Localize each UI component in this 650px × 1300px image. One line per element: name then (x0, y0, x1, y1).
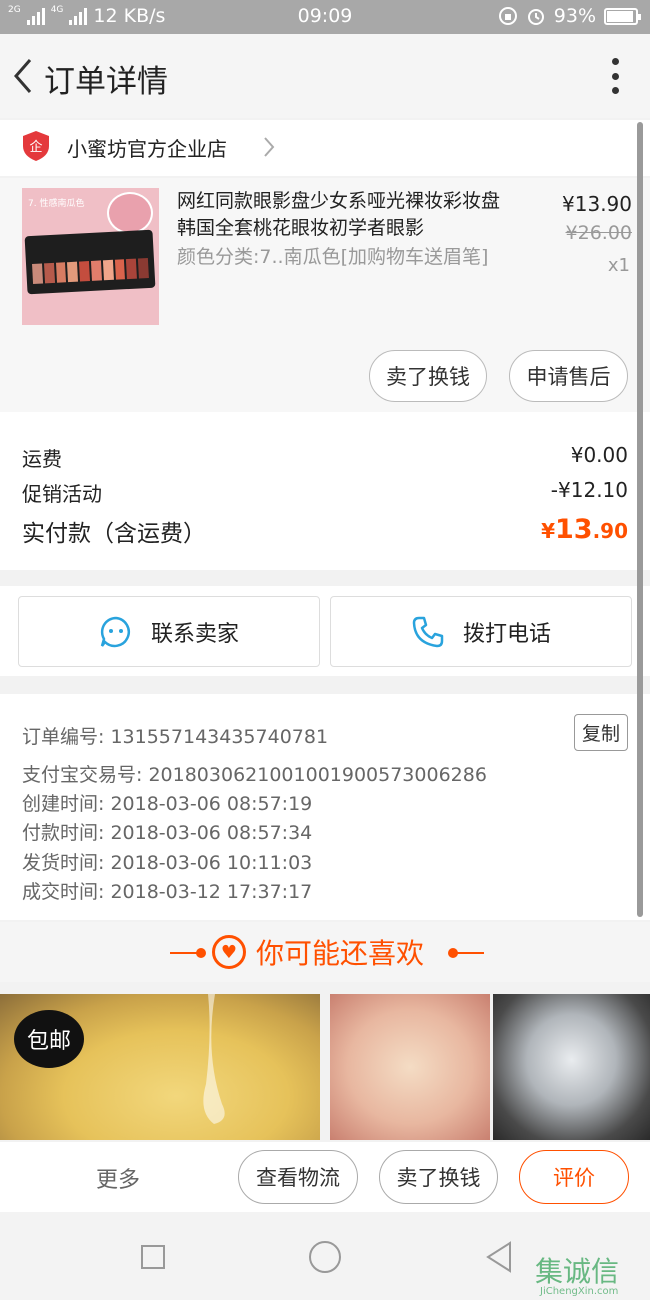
eyeshadow-palette-image (24, 229, 156, 295)
recommend-item-image[interactable]: 包邮 (0, 994, 320, 1140)
shipping-row: 运费 ¥0.00 (22, 443, 628, 472)
created-label: 创建时间: (22, 793, 105, 815)
more-options-icon[interactable] (610, 58, 620, 94)
sell-button[interactable]: 卖了换钱 (379, 1150, 498, 1204)
product-original-price: ¥26.00 (565, 222, 632, 244)
recommend-item-image[interactable] (330, 994, 490, 1140)
closed-label: 成交时间: (22, 881, 105, 903)
status-right: 93% (498, 5, 641, 27)
shop-row[interactable]: 企 小蜜坊官方企业店 (0, 120, 650, 176)
review-button[interactable]: 评价 (519, 1150, 629, 1204)
product-title[interactable]: 网红同款眼影盘少女系哑光裸妆彩妆盘韩国全套桃花眼妆初学者眼影 (177, 188, 507, 242)
paid-integer: 13 (554, 514, 593, 545)
call-phone-label: 拨打电话 (462, 621, 551, 647)
contact-seller-label: 联系卖家 (150, 621, 239, 647)
free-shipping-badge: 包邮 (14, 1010, 84, 1068)
paid-label: 实付款（含运费） (22, 521, 206, 547)
watermark-logo: 集诚信 (535, 1255, 620, 1288)
shipped-time-row: 发货时间: 2018-03-06 10:11:03 (22, 848, 312, 875)
battery-percent: 93% (553, 5, 596, 27)
order-number-label: 订单编号: (22, 726, 105, 748)
product-image-badge (107, 192, 153, 234)
product-image-tag: 7. 性感南瓜色 (28, 199, 85, 209)
shipped-label: 发货时间: (22, 852, 105, 874)
shipping-label: 运费 (22, 447, 62, 471)
bottom-action-bar: 更多 查看物流 卖了换钱 评价 (0, 1142, 650, 1212)
recommend-header: ♥ 你可能还喜欢 (0, 922, 650, 982)
nav-back-icon[interactable] (484, 1240, 514, 1274)
divider-dot-left (196, 948, 206, 958)
battery-icon (604, 7, 641, 25)
paid-time: 2018-03-06 08:57:34 (110, 822, 313, 844)
price-summary: 运费 ¥0.00 促销活动 -¥12.10 实付款（含运费） ¥13.90 (0, 412, 650, 570)
paid-time-label: 付款时间: (22, 822, 105, 844)
created-time: 2018-03-06 08:57:19 (110, 793, 313, 815)
shop-logo-char: 企 (29, 139, 42, 155)
heart-icon: ♥ (212, 935, 246, 969)
shop-logo-icon: 企 (23, 131, 49, 161)
system-nav-bar: 集诚信 JiChengXin.com (0, 1212, 650, 1300)
closed-time: 2018-03-12 17:37:17 (110, 881, 313, 903)
chevron-right-icon (264, 137, 275, 157)
alarm-icon (527, 9, 544, 25)
paid-decimal: .90 (592, 519, 628, 543)
recommend-title: 你可能还喜欢 (256, 937, 425, 970)
after-sale-button[interactable]: 申请售后 (509, 350, 628, 402)
view-logistics-button[interactable]: 查看物流 (238, 1150, 358, 1204)
status-bar: 2G 4G 12 KB/s 09:09 93% (0, 0, 650, 34)
product-quantity: x1 (607, 255, 630, 276)
created-time-row: 创建时间: 2018-03-06 08:57:19 (22, 789, 312, 816)
scrollbar[interactable] (637, 122, 643, 917)
rotation-lock-icon (498, 7, 517, 25)
home-icon[interactable] (309, 1241, 341, 1273)
alipay-row: 支付宝交易号: 2018030621001001900573006286 (22, 760, 487, 787)
promotion-row: 促销活动 -¥12.10 (22, 478, 628, 507)
closed-time-row: 成交时间: 2018-03-12 17:37:17 (22, 877, 312, 904)
contact-seller-button[interactable]: 联系卖家 (18, 596, 320, 667)
chat-bubble-icon (100, 616, 130, 647)
promotion-value: -¥12.10 (550, 478, 628, 502)
phone-icon (412, 616, 444, 647)
order-number-row: 订单编号: 131557143435740781 (22, 722, 328, 749)
product-image[interactable]: 7. 性感南瓜色 (22, 188, 159, 325)
paid-row: 实付款（含运费） ¥13.90 (22, 514, 628, 548)
paid-currency: ¥ (541, 519, 555, 543)
product-spec: 颜色分类:7..南瓜色[加购物车送眉笔] (177, 246, 489, 268)
recommend-list: 包邮 (0, 994, 650, 1140)
copy-button[interactable]: 复制 (574, 714, 628, 751)
shop-name[interactable]: 小蜜坊官方企业店 (67, 133, 227, 162)
promotion-label: 促销活动 (22, 482, 102, 506)
contact-bar: 联系卖家 拨打电话 (0, 586, 650, 676)
shipping-value: ¥0.00 (570, 443, 628, 467)
paid-value: ¥13.90 (541, 514, 628, 545)
watermark-url: JiChengXin.com (540, 1286, 619, 1297)
order-number: 131557143435740781 (110, 726, 329, 748)
recommend-item-image[interactable] (493, 994, 650, 1140)
page-title: 订单详情 (44, 64, 168, 100)
call-phone-button[interactable]: 拨打电话 (330, 596, 632, 667)
shipped-time: 2018-03-06 10:11:03 (110, 852, 313, 874)
order-info: 订单编号: 131557143435740781 复制 支付宝交易号: 2018… (0, 694, 650, 920)
paid-time-row: 付款时间: 2018-03-06 08:57:34 (22, 818, 312, 845)
alipay-label: 支付宝交易号: (22, 764, 143, 786)
app-header: 订单详情 (0, 34, 650, 118)
back-arrow-icon[interactable] (8, 56, 38, 96)
product-item[interactable]: 7. 性感南瓜色 网红同款眼影盘少女系哑光裸妆彩妆盘韩国全套桃花眼妆初学者眼影 … (0, 178, 650, 412)
alipay-number: 2018030621001001900573006286 (148, 764, 487, 786)
divider-right (452, 952, 484, 954)
more-link[interactable]: 更多 (96, 1162, 140, 1194)
sell-item-button[interactable]: 卖了换钱 (369, 350, 487, 402)
product-price: ¥13.90 (562, 192, 632, 216)
recent-apps-icon[interactable] (141, 1245, 165, 1269)
